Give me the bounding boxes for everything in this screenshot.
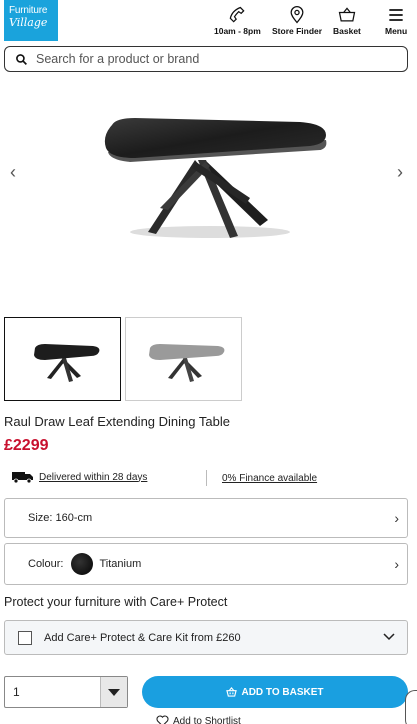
logo-line-2: Village bbox=[9, 16, 48, 29]
furniture-village-logo[interactable]: Furniture Village bbox=[4, 0, 58, 41]
menu-label: Menu bbox=[385, 26, 408, 36]
size-label: Size: 160-cm bbox=[28, 512, 93, 524]
thumbnail-dark-table[interactable] bbox=[4, 317, 121, 401]
chat-tab[interactable] bbox=[405, 690, 417, 724]
delivery-link[interactable]: Delivered within 28 days bbox=[39, 472, 147, 483]
search-bar[interactable] bbox=[4, 46, 408, 72]
carousel-prev-button[interactable]: ‹ bbox=[3, 162, 23, 182]
quantity-value: 1 bbox=[13, 685, 20, 699]
care-protect-option[interactable]: Add Care+ Protect & Care Kit from £260 bbox=[4, 620, 408, 655]
store-finder-link[interactable]: Store Finder bbox=[272, 5, 322, 36]
basket-icon bbox=[226, 687, 238, 697]
logo-line-1: Furniture bbox=[9, 5, 48, 16]
product-title: Raul Draw Leaf Extending Dining Table bbox=[4, 414, 230, 429]
thumbnail-grey-table[interactable] bbox=[125, 317, 242, 401]
heart-icon bbox=[156, 715, 169, 724]
location-pin-icon bbox=[290, 6, 304, 24]
add-to-basket-label: ADD TO BASKET bbox=[241, 686, 324, 698]
colour-value: Titanium bbox=[99, 558, 142, 570]
chevron-right-icon: › bbox=[397, 161, 403, 182]
chevron-down-icon[interactable] bbox=[383, 630, 395, 644]
phone-icon bbox=[230, 6, 245, 23]
add-to-basket-button[interactable]: ADD TO BASKET bbox=[142, 676, 408, 708]
dropdown-arrow-icon bbox=[100, 677, 127, 707]
shortlist-label: Add to Shortlist bbox=[173, 715, 241, 724]
menu-button[interactable]: Menu bbox=[385, 5, 407, 36]
finance-link[interactable]: 0% Finance available bbox=[222, 473, 317, 484]
carousel-next-button[interactable]: › bbox=[390, 162, 410, 182]
store-finder-label: Store Finder bbox=[272, 26, 323, 36]
chevron-right-icon: › bbox=[394, 510, 399, 526]
delivery-truck-icon bbox=[12, 472, 33, 483]
colour-swatch bbox=[71, 553, 94, 575]
care-protect-label: Add Care+ Protect & Care Kit from £260 bbox=[44, 631, 241, 644]
hamburger-menu-icon bbox=[389, 9, 403, 21]
add-to-shortlist-link[interactable]: Add to Shortlist bbox=[156, 715, 241, 724]
delivery-info: Delivered within 28 days bbox=[12, 471, 147, 483]
product-image-carousel[interactable]: ‹ › bbox=[0, 80, 417, 310]
care-protect-checkbox[interactable] bbox=[18, 630, 32, 645]
size-selector[interactable]: Size: 160-cm › bbox=[4, 498, 408, 538]
opening-hours-label: 10am - 8pm bbox=[214, 26, 261, 36]
chevron-right-icon: › bbox=[394, 556, 399, 572]
colour-selector[interactable]: Colour: Titanium › bbox=[4, 543, 408, 585]
protect-heading: Protect your furniture with Care+ Protec… bbox=[4, 595, 228, 609]
basket-icon bbox=[338, 7, 356, 22]
divider bbox=[206, 470, 207, 486]
basket-label: Basket bbox=[333, 26, 361, 36]
quantity-select[interactable]: 1 bbox=[4, 676, 128, 708]
search-icon bbox=[16, 53, 27, 65]
search-input[interactable] bbox=[36, 52, 376, 66]
product-main-image bbox=[104, 118, 327, 238]
delivery-finance-row: Delivered within 28 days 0% Finance avai… bbox=[4, 468, 408, 490]
colour-label: Colour: bbox=[28, 558, 64, 570]
chevron-left-icon: ‹ bbox=[10, 161, 16, 182]
product-price: £2299 bbox=[4, 437, 49, 454]
site-header: Furniture Village 10am - 8pm Store Finde… bbox=[0, 0, 417, 44]
basket-link[interactable]: Basket bbox=[333, 5, 361, 36]
opening-hours-link[interactable]: 10am - 8pm bbox=[214, 5, 261, 36]
